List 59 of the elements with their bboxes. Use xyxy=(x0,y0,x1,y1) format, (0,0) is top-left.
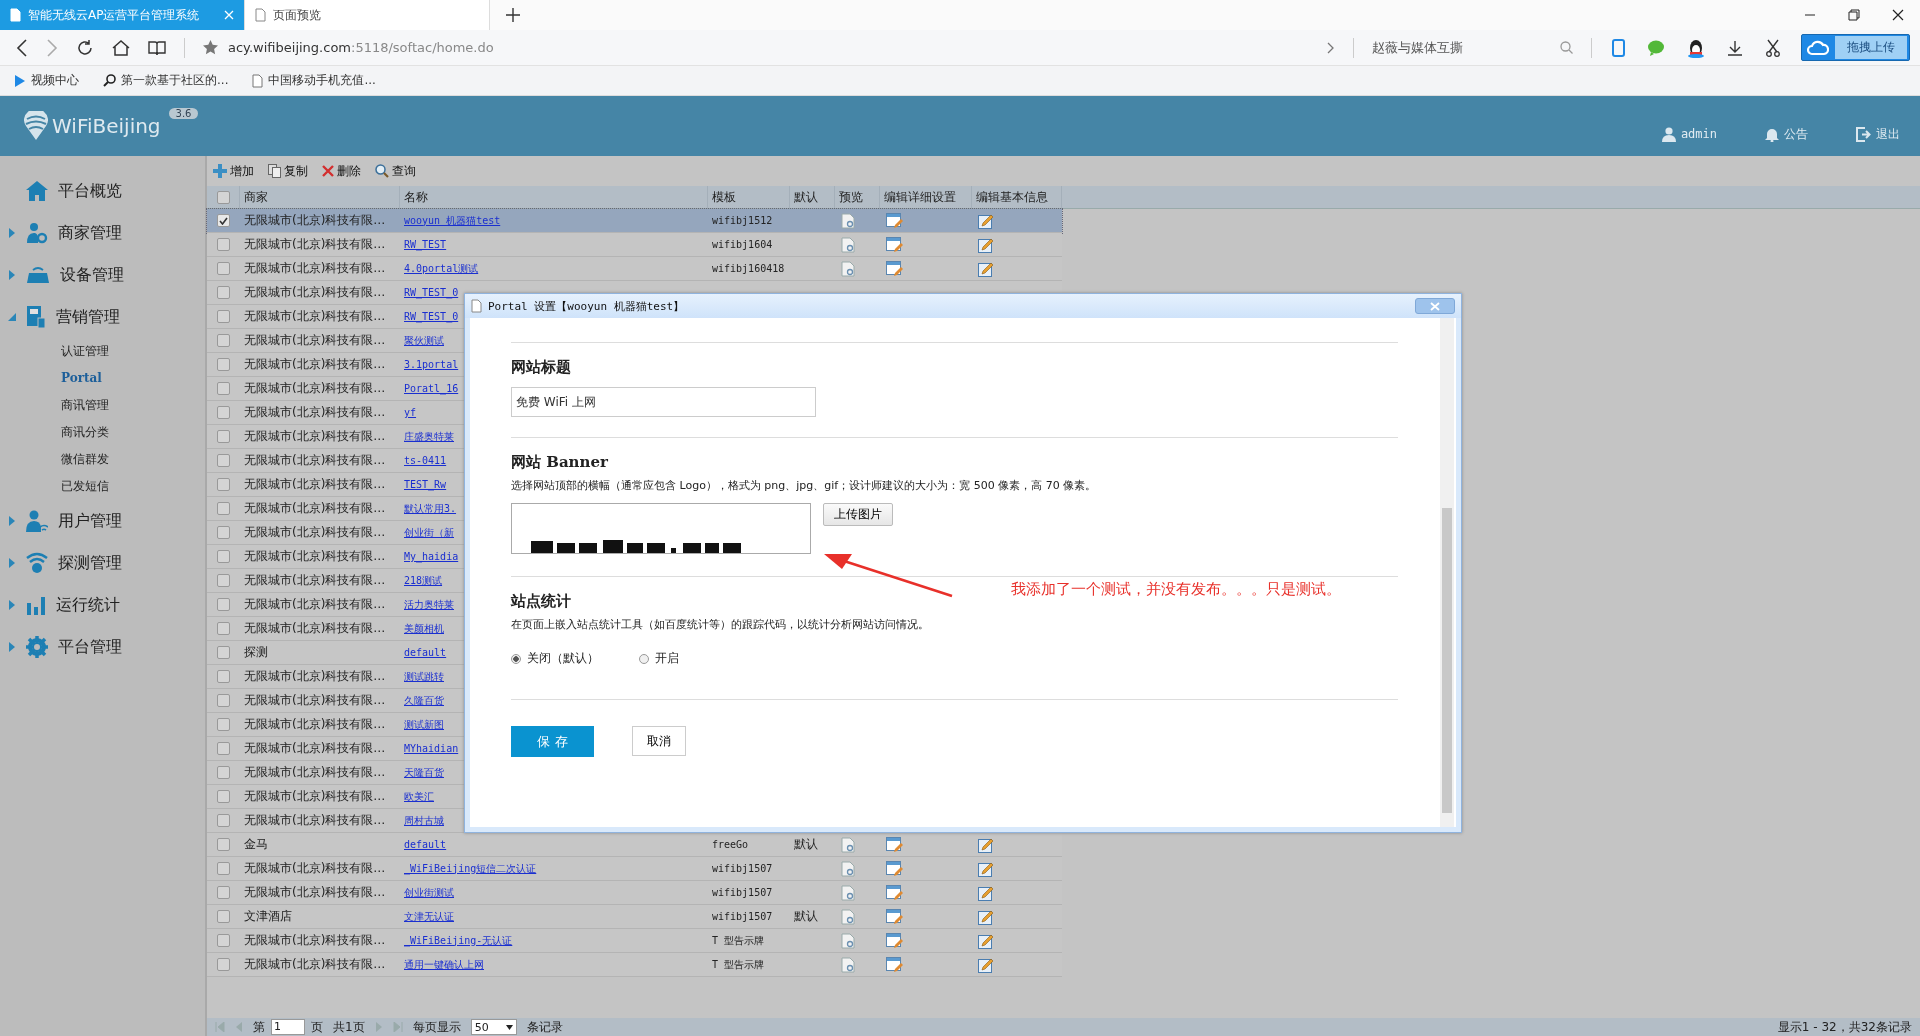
table-cell: 默认 xyxy=(794,908,818,925)
table-cell-text: 无限城市(北京)科技有限… xyxy=(243,668,387,685)
table-cell-text: 探测 xyxy=(243,644,269,661)
table-cell-text: 无限城市(北京)科技有限… xyxy=(243,740,387,757)
section-description: 选择网站顶部的横幅（通常应包含 Logo），格式为 png、jpg、gif；设计师建议的大小为：宽 500 像素，高 70 像素。 xyxy=(511,478,1098,493)
version-badge: 3.6 xyxy=(168,107,199,119)
table-cell-text: 无限城市(北京)科技有限… xyxy=(243,788,387,805)
page-label: 页 xyxy=(311,1018,323,1036)
table-cell-text: 无限城市(北京)科技有限… xyxy=(243,812,387,829)
table-cell-text: wifibj1507 xyxy=(711,910,774,924)
table-cell-text: 无限城市(北京)科技有限… xyxy=(243,620,387,637)
table-cell-text: wifibj1604 xyxy=(711,238,774,252)
record-summary: 显示1 - 32，共32条记录 xyxy=(1777,1018,1912,1036)
table-cell-text: wifibj160418 xyxy=(711,262,786,276)
table-cell-text: wifibj1512 xyxy=(711,214,774,228)
table-cell-text: 无限城市(北京)科技有限… xyxy=(243,884,387,901)
table-cell-text: 无限城市(北京)科技有限… xyxy=(243,404,387,421)
section-description: 在页面上嵌入站点统计工具（如百度统计等）的跟踪代码，以统计分析网站访问情况。 xyxy=(511,617,930,632)
table-cell-text: T 型告示牌 xyxy=(711,957,766,972)
table-cell-text: 无限城市(北京)科技有限… xyxy=(243,764,387,781)
table-cell-text: 无限城市(北京)科技有限… xyxy=(243,212,387,229)
section-heading: 网站标题 xyxy=(511,358,571,377)
table-cell-text: freeGo xyxy=(711,838,750,852)
table-cell-text: wifibj1507 xyxy=(711,862,774,876)
dialog-title: Portal 设置【wooyun 机器猫test】 xyxy=(488,298,685,314)
logo-text: WiFiBeijing xyxy=(52,114,161,138)
table-cell-text: 无限城市(北京)科技有限… xyxy=(243,524,387,541)
table-cell-text: 无限城市(北京)科技有限… xyxy=(243,308,387,325)
upload-label: 拖拽上传 xyxy=(1835,36,1907,59)
table-cell-text: 文津酒店 xyxy=(243,908,293,925)
table-cell: 默认 xyxy=(794,836,818,853)
table-cell-text: 无限城市(北京)科技有限… xyxy=(243,332,387,349)
section-heading: 网站 Banner xyxy=(511,453,608,472)
total-pages: 共1页 xyxy=(333,1018,365,1036)
table-cell-text: 无限城市(北京)科技有限… xyxy=(243,260,387,277)
table-cell-text: 无限城市(北京)科技有限… xyxy=(243,236,387,253)
table-cell-text: 无限城市(北京)科技有限… xyxy=(243,932,387,949)
table-cell-text: 无限城市(北京)科技有限… xyxy=(243,572,387,589)
table-cell-text: 无限城市(北京)科技有限… xyxy=(243,356,387,373)
table-cell-text: 无限城市(北京)科技有限… xyxy=(243,500,387,517)
page-label: 第 xyxy=(253,1018,265,1036)
table-cell-text: 无限城市(北京)科技有限… xyxy=(243,956,387,973)
table-cell-text: 无限城市(北京)科技有限… xyxy=(243,284,387,301)
section-heading: 站点统计 xyxy=(511,592,571,611)
table-cell-text: wifibj1507 xyxy=(711,886,774,900)
table-cell-text: 无限城市(北京)科技有限… xyxy=(243,476,387,493)
per-page-label: 条记录 xyxy=(526,1018,563,1036)
table-cell-text: T 型告示牌 xyxy=(711,933,766,948)
per-page-label: 每页显示 xyxy=(412,1018,461,1036)
annotation: 我添加了一个测试，并没有发布。。。只是测试。 xyxy=(1011,580,1341,599)
table-cell-text: 无限城市(北京)科技有限… xyxy=(243,716,387,733)
table-cell-text: 无限城市(北京)科技有限… xyxy=(243,380,387,397)
table-cell-text: 无限城市(北京)科技有限… xyxy=(243,428,387,445)
table-cell-text: 无限城市(北京)科技有限… xyxy=(243,452,387,469)
table-cell-text: 金马 xyxy=(243,836,269,853)
table-cell-text: 无限城市(北京)科技有限… xyxy=(243,860,387,877)
table-cell-text: 无限城市(北京)科技有限… xyxy=(243,548,387,565)
table-cell-text: 无限城市(北京)科技有限… xyxy=(243,596,387,613)
table-cell-text: 无限城市(北京)科技有限… xyxy=(243,692,387,709)
